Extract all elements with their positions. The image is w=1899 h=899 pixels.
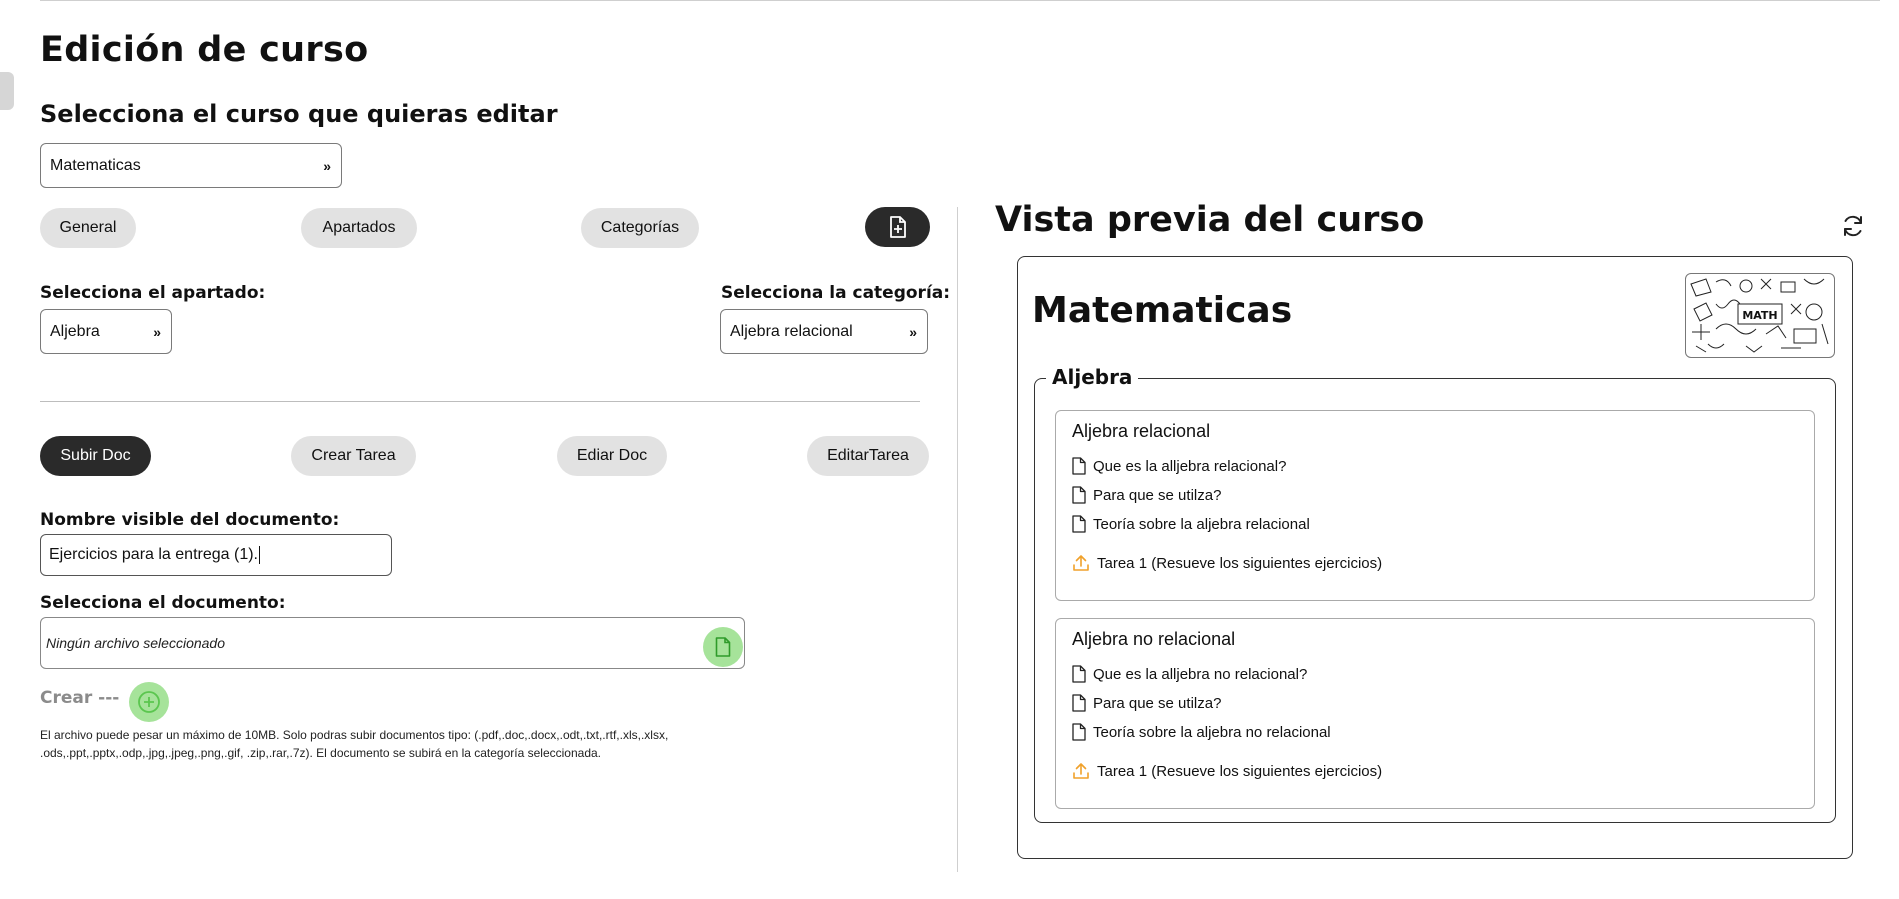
document-select-label: Selecciona el documento:: [40, 593, 286, 613]
subir-doc-label: Subir Doc: [60, 447, 131, 464]
doc-item-label: Que es la alljebra relacional?: [1093, 457, 1287, 475]
doc-item[interactable]: Que es la alljebra relacional?: [1072, 457, 1286, 475]
file-icon: [1072, 486, 1086, 504]
crear-tarea-button[interactable]: Crear Tarea: [291, 436, 416, 476]
categoria-select-value: Aljebra relacional: [730, 322, 853, 340]
plus-circle-icon: [138, 691, 160, 713]
chevron-double-down-icon: »: [153, 323, 161, 340]
course-thumbnail: MATH: [1685, 273, 1835, 358]
tab-categorias[interactable]: Categorías: [581, 208, 699, 248]
document-name-value: Ejercicios para la entrega (1).: [49, 546, 258, 563]
vertical-divider: [957, 207, 958, 872]
doc-item-label: Que es la alljebra no relacional?: [1093, 665, 1308, 683]
upload-note: El archivo puede pesar un máximo de 10MB…: [40, 726, 760, 762]
doc-item[interactable]: Que es la alljebra no relacional?: [1072, 665, 1307, 683]
apartado-label: Selecciona el apartado:: [40, 283, 266, 303]
tab-categorias-label: Categorías: [600, 219, 680, 236]
create-button[interactable]: [129, 682, 169, 722]
tab-general-label: General: [59, 219, 117, 236]
file-icon: [1072, 694, 1086, 712]
file-input[interactable]: Ningún archivo seleccionado: [40, 617, 745, 669]
preview-title: Vista previa del curso: [995, 200, 1425, 240]
math-doodle-image: MATH: [1690, 278, 1829, 353]
task-item[interactable]: Tarea 1 (Resueve los siguientes ejercici…: [1072, 762, 1382, 780]
course-select[interactable]: Matematicas »: [40, 143, 342, 188]
doc-item-label: Para que se utilza?: [1093, 486, 1222, 504]
text-cursor: [258, 546, 260, 564]
upload-note-line: El archivo puede pesar un máximo de 10MB…: [40, 728, 669, 742]
tab-apartados[interactable]: Apartados: [301, 208, 417, 248]
doc-item[interactable]: Para que se utilza?: [1072, 694, 1221, 712]
chevron-double-down-icon: »: [909, 323, 917, 340]
crear-tarea-label: Crear Tarea: [311, 447, 396, 464]
tab-general[interactable]: General: [40, 208, 136, 248]
refresh-icon[interactable]: [1840, 213, 1866, 239]
doc-item[interactable]: Para que se utilza?: [1072, 486, 1221, 504]
thumbnail-math-text: MATH: [1742, 309, 1777, 322]
course-select-value: Matematicas: [50, 156, 141, 174]
subir-doc-button[interactable]: Subir Doc: [40, 436, 151, 476]
editar-doc-label: Ediar Doc: [576, 447, 648, 464]
file-input-placeholder: Ningún archivo seleccionado: [46, 635, 225, 651]
task-item-label: Tarea 1 (Resueve los siguientes ejercici…: [1097, 762, 1383, 780]
sidebar-toggle-handle[interactable]: [0, 72, 14, 110]
browse-file-button[interactable]: [703, 627, 743, 667]
preview-course-name: Matematicas: [1032, 290, 1293, 331]
add-document-button[interactable]: [865, 207, 930, 247]
file-icon: [1072, 457, 1086, 475]
doc-item-label: Para que se utilza?: [1093, 694, 1222, 712]
upload-note-line: .ods,.ppt,.pptx,.odp,.jpg,.jpeg,.png,.gi…: [40, 746, 601, 760]
tab-apartados-label: Apartados: [322, 219, 396, 236]
section-legend: Aljebra: [1046, 365, 1139, 389]
apartado-select-value: Aljebra: [50, 322, 100, 340]
upload-icon: [1073, 555, 1089, 571]
crear-label: Crear ---: [40, 688, 120, 708]
task-item-label: Tarea 1 (Resueve los siguientes ejercici…: [1097, 554, 1383, 572]
editar-doc-button[interactable]: Ediar Doc: [557, 436, 667, 476]
categoria-label: Selecciona la categoría:: [721, 283, 951, 303]
file-plus-icon: [889, 216, 906, 238]
doc-item-label: Teoría sobre la aljebra no relacional: [1093, 723, 1331, 741]
page-title: Edición de curso: [40, 30, 369, 70]
document-name-input[interactable]: Ejercicios para la entrega (1).: [40, 534, 392, 576]
file-icon: [1072, 665, 1086, 683]
doc-item-label: Teoría sobre la aljebra relacional: [1093, 515, 1310, 533]
category-title: Aljebra no relacional: [1072, 629, 1236, 649]
task-item[interactable]: Tarea 1 (Resueve los siguientes ejercici…: [1072, 554, 1382, 572]
editar-tarea-button[interactable]: EditarTarea: [807, 436, 929, 476]
category-card: Aljebra relacional Que es la alljebra re…: [1055, 410, 1815, 601]
file-icon: [715, 637, 731, 657]
category-title: Aljebra relacional: [1072, 421, 1211, 441]
file-icon: [1072, 515, 1086, 533]
file-icon: [1072, 723, 1086, 741]
chevron-double-down-icon: »: [323, 157, 331, 174]
doc-item[interactable]: Teoría sobre la aljebra relacional: [1072, 515, 1310, 533]
upload-icon: [1073, 763, 1089, 779]
doc-item[interactable]: Teoría sobre la aljebra no relacional: [1072, 723, 1331, 741]
apartado-select[interactable]: Aljebra »: [40, 309, 172, 354]
category-card: Aljebra no relacional Que es la alljebra…: [1055, 618, 1815, 809]
categoria-select[interactable]: Aljebra relacional »: [720, 309, 928, 354]
top-border: [40, 0, 1880, 1]
page-subtitle: Selecciona el curso que quieras editar: [40, 100, 558, 128]
document-name-label: Nombre visible del documento:: [40, 510, 340, 530]
section-divider: [40, 401, 920, 402]
editar-tarea-label: EditarTarea: [827, 447, 909, 464]
